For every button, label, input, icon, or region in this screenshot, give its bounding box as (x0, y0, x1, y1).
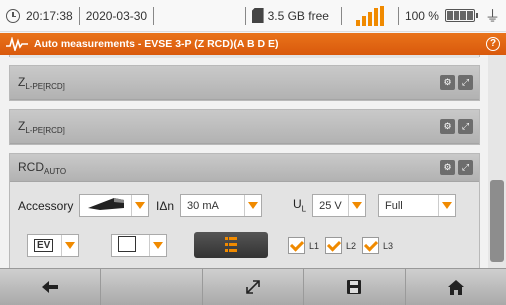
meter-screen: 20:17:38 2020-03-30 3.5 GB free 100 % ⏚ … (0, 0, 506, 305)
rcd-settings: Accessory IΔn 30 mA UL 25 V Full EV L1 L… (10, 182, 479, 268)
chevron-down-icon (131, 195, 148, 216)
chevron-down-icon (438, 195, 455, 216)
measurement-list: ZL-PE[RCD] ⚙ ⤢ ZL-PE[RCD] ⚙ ⤢ RCDAUTO ⚙ … (0, 55, 488, 268)
checkbox-l1-label: L1 (309, 240, 320, 251)
status-time: 20:17:38 (26, 8, 73, 23)
status-bar: 20:17:38 2020-03-30 3.5 GB free 100 % ⏚ (0, 0, 506, 32)
ul-select[interactable]: 25 V (312, 194, 367, 217)
panel-partial (9, 55, 480, 58)
idn-select[interactable]: 30 mA (180, 194, 263, 217)
status-divider (78, 6, 80, 25)
settings-icon[interactable]: ⚙ (440, 75, 455, 90)
panel-rcd-auto: RCDAUTO ⚙ ⤢ Accessory IΔn 30 mA UL 25 V … (9, 153, 480, 268)
panel-header[interactable]: ZL-PE[RCD] ⚙ ⤢ (10, 110, 479, 144)
signal-bars-icon (355, 5, 384, 26)
chevron-down-icon (149, 235, 166, 256)
home-button[interactable] (406, 269, 506, 305)
chevron-down-icon (348, 195, 365, 216)
settings-icon[interactable]: ⚙ (440, 119, 455, 134)
panel-title: ZL-PE[RCD] (18, 74, 65, 91)
accessory-label: Accessory (18, 198, 74, 213)
panel-title: RCDAUTO (18, 159, 67, 176)
back-icon (42, 281, 59, 293)
empty-square-icon (118, 236, 136, 252)
home-icon (447, 279, 464, 295)
status-divider (397, 6, 399, 25)
power-plug-icon: ⏚ (484, 8, 500, 25)
save-button[interactable] (304, 269, 406, 305)
fullscreen-button[interactable] (203, 269, 305, 305)
waveform-icon (6, 37, 28, 51)
battery-icon (444, 9, 478, 22)
panel-zlpe-rcd-2[interactable]: ZL-PE[RCD] ⚙ ⤢ (9, 109, 480, 145)
help-button[interactable]: ? (486, 37, 500, 51)
settings-icon[interactable]: ⚙ (440, 160, 455, 175)
panel-header[interactable]: RCDAUTO ⚙ ⤢ (10, 154, 479, 182)
ev-select[interactable]: EV (27, 234, 79, 257)
nav-empty-button[interactable] (101, 269, 203, 305)
scrollbar[interactable] (488, 55, 506, 268)
title-bar: Auto measurements - EVSE 3-P (Z RCD)(A B… (0, 33, 506, 55)
ev-value: EV (34, 239, 54, 252)
rcd-type-select[interactable] (111, 234, 167, 257)
accessory-select[interactable] (79, 194, 150, 217)
scrollbar-thumb[interactable] (490, 180, 504, 262)
expand-icon[interactable]: ⤢ (458, 160, 473, 175)
checkbox-l2[interactable] (325, 237, 343, 254)
ul-label: UL (293, 197, 307, 214)
list-button[interactable] (194, 232, 268, 258)
mode-select[interactable]: Full (378, 194, 456, 217)
expand-icon[interactable]: ⤢ (458, 75, 473, 90)
checkbox-l3-label: L3 (383, 240, 394, 251)
bottom-nav (0, 268, 506, 305)
back-button[interactable] (0, 269, 102, 305)
probe-icon (80, 196, 131, 215)
status-divider (340, 6, 342, 25)
checkbox-l3[interactable] (362, 237, 380, 254)
checkbox-l2-label: L2 (346, 240, 357, 251)
chevron-down-icon (61, 235, 78, 256)
sd-card-icon (251, 8, 264, 23)
status-date: 2020-03-30 (85, 8, 148, 23)
save-icon (347, 280, 362, 294)
panel-title: ZL-PE[RCD] (18, 118, 65, 135)
status-divider (153, 6, 155, 25)
list-icon (225, 237, 237, 252)
status-divider (244, 6, 246, 25)
expand-icon[interactable]: ⤢ (458, 119, 473, 134)
clock-icon (6, 8, 20, 23)
storage-free: 3.5 GB free (267, 8, 329, 23)
page-title: Auto measurements - EVSE 3-P (Z RCD)(A B… (34, 38, 279, 50)
panel-zlpe-rcd-1[interactable]: ZL-PE[RCD] ⚙ ⤢ (9, 65, 480, 101)
chevron-down-icon (244, 195, 261, 216)
panel-header[interactable]: ZL-PE[RCD] ⚙ ⤢ (10, 66, 479, 100)
battery-percent: 100 % (404, 8, 439, 23)
fullscreen-icon (246, 280, 260, 294)
idn-label: IΔn (156, 198, 175, 213)
checkbox-l1[interactable] (288, 237, 305, 254)
